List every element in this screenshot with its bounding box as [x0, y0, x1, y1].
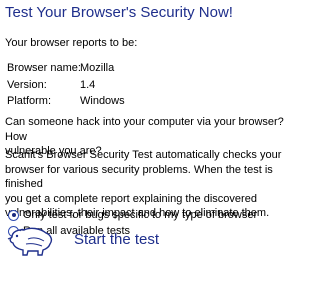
version-value: 1.4: [80, 79, 96, 91]
test-option-specific[interactable]: Only test for bugs specific to my type o…: [8, 208, 257, 222]
description-line-2: browser for various security problems. W…: [5, 163, 273, 191]
question-line-1: Can someone hack into your computer via …: [5, 116, 284, 143]
radio-specific[interactable]: [8, 209, 19, 221]
test-option-specific-label[interactable]: Only test for bugs specific to my type o…: [23, 209, 257, 221]
browser-name-value: Mozilla: [80, 62, 115, 74]
browser-intro: Your browser reports to be:: [5, 37, 138, 49]
platform-label: Platform:: [7, 95, 52, 107]
description-line-1: Scanit's Browser Security Test automatic…: [5, 149, 282, 161]
browser-name-label: Browser name:: [7, 62, 81, 74]
description-line-3: you get a complete report explaining the…: [5, 192, 257, 205]
platform-value: Windows: [80, 95, 125, 107]
bear-mascot-icon[interactable]: [6, 223, 56, 257]
page-title: Test Your Browser's Security Now!: [5, 4, 233, 21]
version-label: Version:: [7, 79, 47, 91]
start-test-link[interactable]: Start the test: [74, 231, 159, 248]
